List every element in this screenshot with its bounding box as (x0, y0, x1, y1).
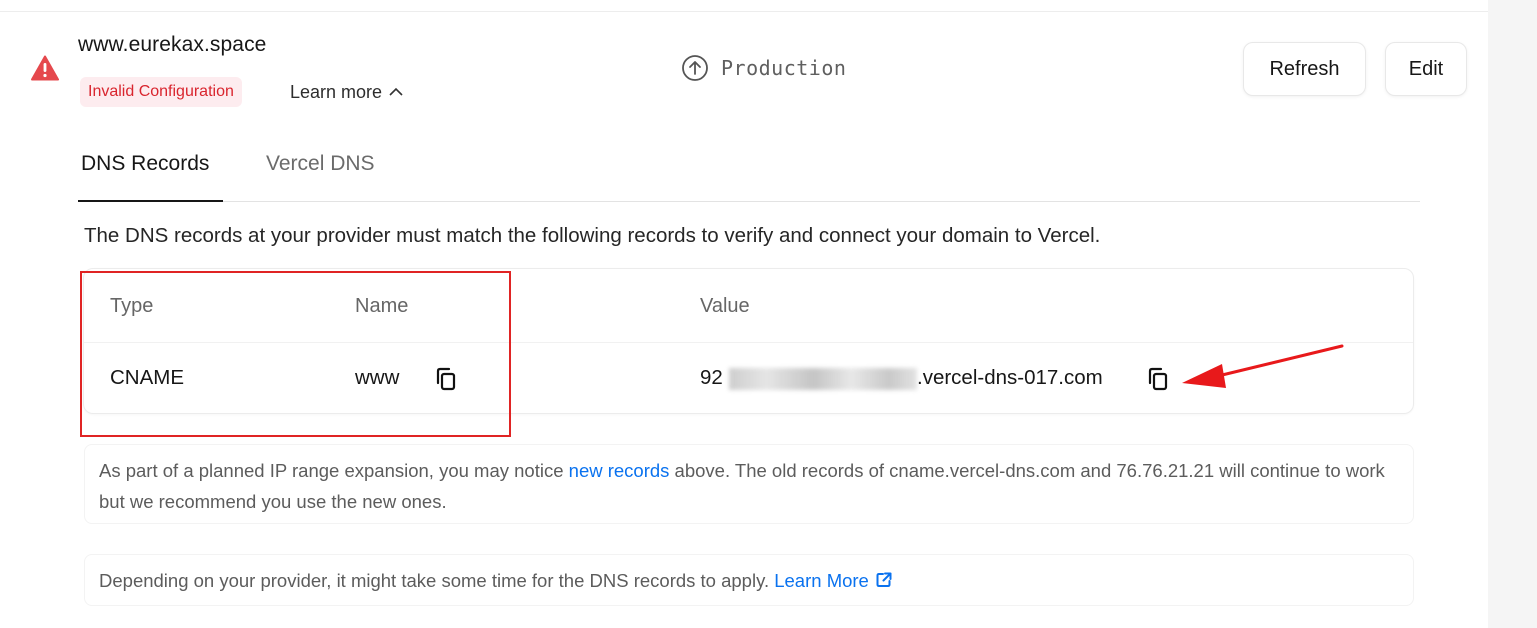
tab-dns-records[interactable]: DNS Records (81, 152, 209, 176)
environment-label: Production (721, 56, 847, 80)
arrow-up-circle-icon (682, 55, 708, 81)
chevron-up-icon (389, 87, 403, 96)
record-value-suffix: .vercel-dns-017.com (917, 366, 1103, 389)
column-header-value: Value (700, 295, 750, 317)
dns-instructions: The DNS records at your provider must ma… (84, 224, 1101, 247)
new-records-link[interactable]: new records (569, 460, 670, 481)
propagation-notice: Depending on your provider, it might tak… (84, 554, 1414, 606)
refresh-button[interactable]: Refresh (1243, 42, 1366, 96)
annotation-arrow-icon (1182, 344, 1344, 388)
propagation-text: Depending on your provider, it might tak… (99, 570, 775, 591)
warning-icon (31, 55, 59, 81)
copy-value-icon[interactable] (1145, 366, 1171, 392)
learn-more-link[interactable]: Learn More (774, 570, 893, 591)
annotation-highlight-box (80, 271, 511, 437)
tab-vercel-dns[interactable]: Vercel DNS (266, 152, 375, 176)
external-link-icon (876, 572, 892, 587)
domain-card: www.eurekax.space Invalid Configuration … (0, 0, 1488, 628)
edit-button[interactable]: Edit (1385, 42, 1467, 96)
record-tabs: DNS Records Vercel DNS (78, 140, 1420, 202)
ip-expansion-notice: As part of a planned IP range expansion,… (84, 444, 1414, 524)
learn-more-label: Learn more (290, 81, 383, 102)
notice-text-start: As part of a planned IP range expansion,… (99, 460, 569, 481)
environment-indicator: Production (681, 54, 846, 82)
learn-more-toggle[interactable]: Learn more (290, 79, 404, 105)
active-tab-indicator (78, 200, 223, 202)
page-gutter (1488, 0, 1537, 628)
redacted-value (729, 368, 917, 390)
record-value-prefix: 92 (700, 366, 723, 389)
domain-name[interactable]: www.eurekax.space (78, 33, 266, 57)
learn-more-link-label: Learn More (774, 570, 869, 591)
status-badge: Invalid Configuration (80, 77, 242, 107)
